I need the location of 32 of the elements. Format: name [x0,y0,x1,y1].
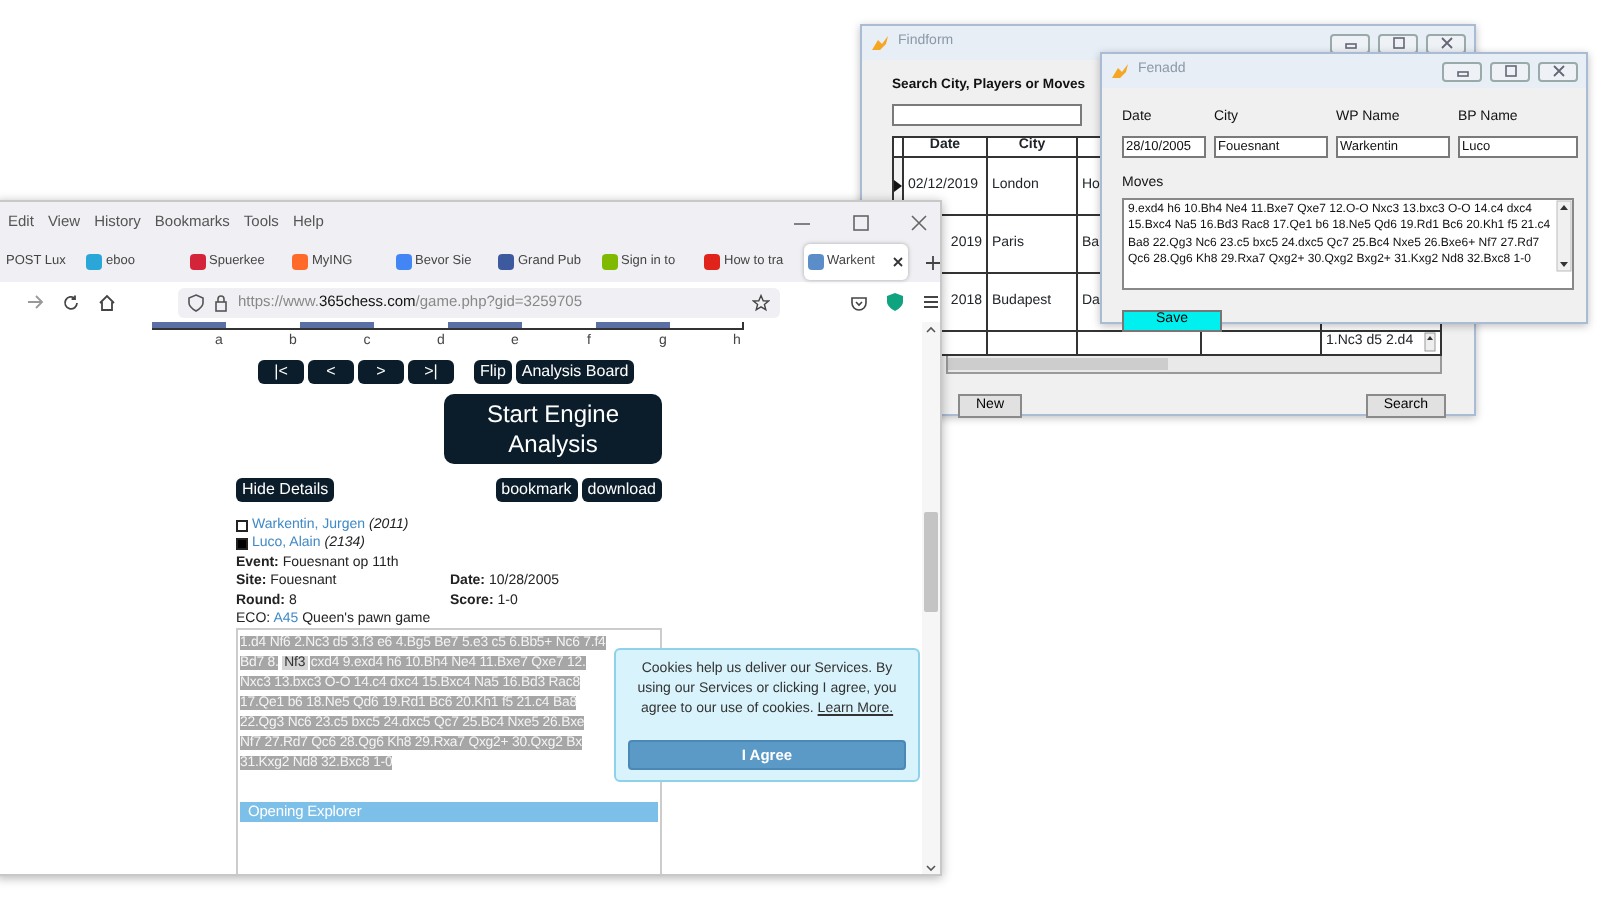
shield-icon [188,293,204,311]
maximize-icon[interactable] [1499,62,1521,80]
search-field[interactable] [892,104,1082,127]
start-engine-analysis-button[interactable]: Start Engine Analysis [444,394,662,464]
analysis-board-button[interactable]: Analysis Board [515,360,635,384]
star-icon[interactable] [752,293,770,311]
plus-icon[interactable] [923,253,940,271]
reload-icon[interactable] [62,293,80,311]
first-move-button[interactable]: |< [258,360,304,384]
pocket-icon[interactable] [850,293,868,311]
last-move-button[interactable]: >| [408,360,454,384]
maximize-icon[interactable] [850,213,870,231]
previous-move-button[interactable]: < [308,360,354,384]
scroll-down-icon[interactable] [922,862,940,874]
maximize-icon[interactable] [1387,34,1409,52]
scrollbar-icon [1556,200,1572,272]
close-icon[interactable] [891,256,903,268]
bookmark-button[interactable]: bookmark [495,478,578,502]
scrollbar-thumb[interactable] [924,512,938,612]
flip-button[interactable]: Flip [474,360,512,384]
bird-icon [870,34,890,52]
download-button[interactable]: download [581,478,662,502]
home-icon[interactable] [98,293,116,311]
hide-details-button[interactable]: Hide Details [236,478,335,502]
next-move-button[interactable]: > [358,360,404,384]
shield-icon[interactable] [886,292,904,312]
scrollbar-thumb[interactable] [948,357,1168,370]
menu-icon[interactable] [922,294,940,310]
forward-icon[interactable] [26,294,44,310]
row-pointer-icon [894,180,902,193]
scroll-up-icon[interactable] [922,322,940,336]
lock-icon [214,293,228,311]
